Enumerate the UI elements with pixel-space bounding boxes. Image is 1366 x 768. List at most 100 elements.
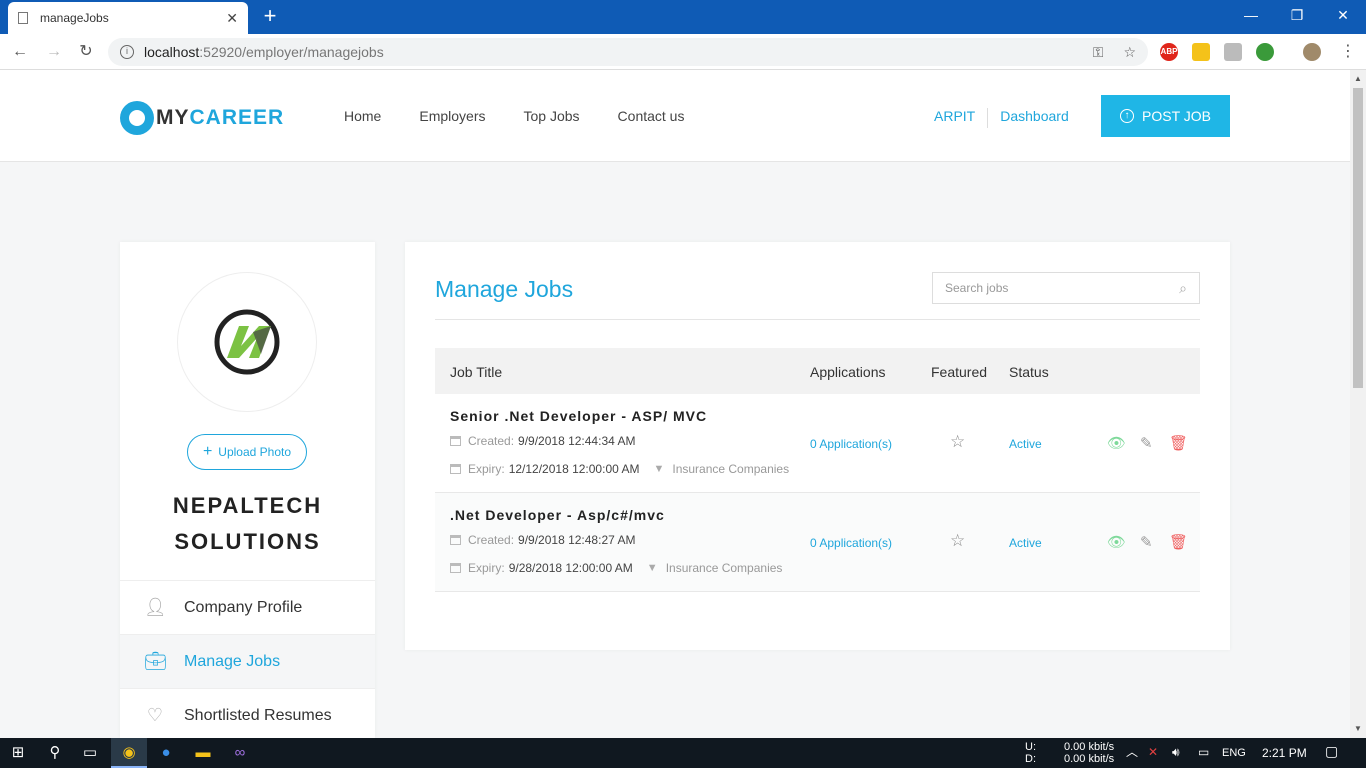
address-bar[interactable]: i localhost:52920/employer/managejobs ⚿ … [108, 38, 1148, 66]
page-scrollbar[interactable]: ▲ ▼ [1350, 70, 1366, 738]
firefox-taskbar-icon[interactable]: ● [148, 738, 184, 768]
forward-button[interactable]: → [42, 40, 66, 64]
sidebar-item-label: Shortlisted Resumes [184, 706, 332, 724]
job-created: Created: 9/9/2018 12:48:27 AM [450, 533, 635, 547]
profile-avatar-icon[interactable] [1303, 43, 1321, 61]
nav-home[interactable]: Home [344, 108, 381, 124]
post-job-button[interactable]: ↑ POST JOB [1101, 95, 1230, 137]
extension-inbox-icon[interactable] [1224, 43, 1242, 61]
scroll-up-icon[interactable]: ▲ [1354, 74, 1362, 83]
table-row: Senior .Net Developer - ASP/ MVC Created… [435, 394, 1200, 493]
dashboard-link[interactable]: Dashboard [1000, 108, 1069, 128]
close-window-button[interactable]: ✕ [1320, 0, 1366, 30]
main-nav: Home Employers Top Jobs Contact us [344, 108, 684, 124]
column-header-job-title: Job Title [450, 364, 503, 380]
company-name-line2: SOLUTIONS [174, 529, 321, 554]
volume-icon[interactable]: 🔊︎ [1172, 746, 1180, 758]
sidebar-item-company-profile[interactable]: 👤︎ Company Profile [120, 580, 375, 634]
sidebar-item-label: Manage Jobs [184, 652, 281, 670]
status-badge: Active [1009, 536, 1042, 550]
applications-link[interactable]: 0 Application(s) [810, 437, 892, 451]
close-tab-icon[interactable]: ✕ [226, 10, 238, 27]
applications-link[interactable]: 0 Application(s) [810, 536, 892, 550]
minimize-button[interactable]: — [1228, 0, 1274, 30]
scrollbar-thumb[interactable] [1353, 88, 1363, 388]
upload-photo-label: Upload Photo [218, 445, 292, 459]
net-up-label: U: [1025, 741, 1036, 753]
extension-yellow-icon[interactable] [1192, 43, 1210, 61]
browser-toolbar: ← → ↻ i localhost:52920/employer/managej… [0, 34, 1366, 70]
search-icon[interactable]: ⌕ [1179, 280, 1187, 297]
table-header: Job Title Applications Featured Status [435, 348, 1200, 394]
info-icon[interactable]: i [120, 45, 134, 59]
company-avatar [177, 272, 317, 412]
windows-taskbar: ⊞ ⚲ ▭ ◉ ● ▬ ∞ U: D: 0.00 kbit/s 0.00 kbi… [0, 738, 1366, 768]
divider [435, 319, 1200, 320]
expiry-label: Expiry: [468, 561, 505, 575]
back-button[interactable]: ← [8, 40, 32, 64]
job-expiry: Expiry: 12/12/2018 12:00:00 AM ▼ Insuran… [450, 462, 789, 476]
restore-button[interactable]: ❐ [1274, 0, 1320, 30]
created-date: 9/9/2018 12:44:34 AM [518, 434, 636, 448]
key-icon[interactable]: ⚿ [1093, 44, 1104, 61]
featured-star-icon[interactable]: ☆ [950, 531, 965, 551]
company-logo-icon [214, 309, 280, 375]
visual-studio-icon[interactable]: ∞ [222, 738, 258, 768]
net-down-speed: 0.00 kbit/s [1064, 753, 1115, 765]
company-name: NEPALTECH SOLUTIONS [120, 488, 375, 560]
page-title: Manage Jobs [435, 276, 574, 302]
calendar-icon [450, 436, 461, 446]
scroll-down-icon[interactable]: ▼ [1354, 724, 1362, 733]
site-logo[interactable]: MY CAREER [120, 101, 284, 135]
edit-pencil-icon[interactable]: ✎ [1140, 533, 1153, 551]
upload-photo-button[interactable]: + Upload Photo [187, 434, 307, 470]
language-indicator[interactable]: ENG [1222, 747, 1246, 759]
delete-trash-icon[interactable]: 🗑︎ [1169, 533, 1188, 551]
created-date: 9/9/2018 12:48:27 AM [518, 533, 636, 547]
nav-contact-us[interactable]: Contact us [618, 108, 685, 124]
job-title[interactable]: Senior .Net Developer - ASP/ MVC [450, 408, 707, 424]
task-view-icon[interactable]: ▭ [72, 738, 108, 768]
nav-top-jobs[interactable]: Top Jobs [524, 108, 580, 124]
featured-star-icon[interactable]: ☆ [950, 432, 965, 452]
new-tab-button[interactable]: + [260, 4, 280, 28]
battery-icon[interactable]: ▭ [1198, 746, 1209, 758]
calendar-icon [450, 464, 461, 474]
view-eye-icon[interactable]: 👁︎ [1107, 434, 1126, 452]
net-labels: U: D: [1025, 741, 1036, 765]
job-title[interactable]: .Net Developer - Asp/c#/mvc [450, 507, 665, 523]
adblock-extension-icon[interactable]: ABP [1160, 43, 1178, 61]
search-taskbar-icon[interactable]: ⚲ [37, 738, 73, 768]
reload-button[interactable]: ↻ [74, 40, 98, 64]
net-speed: 0.00 kbit/s 0.00 kbit/s [1064, 741, 1114, 765]
user-link[interactable]: ARPIT [934, 108, 975, 128]
windows-start-icon[interactable]: ⊞ [0, 738, 36, 768]
clock[interactable]: 2:21 PM [1262, 747, 1307, 759]
delete-trash-icon[interactable]: 🗑︎ [1169, 434, 1188, 452]
user-icon: 👤︎ [144, 597, 167, 617]
network-icon[interactable]: ✕ [1148, 746, 1158, 758]
user-nav: ARPIT Dashboard [934, 108, 1069, 128]
calendar-icon [450, 563, 461, 573]
tray-expand-icon[interactable]: ︿ [1126, 746, 1138, 758]
browser-tab[interactable]: manageJobs ✕ [8, 2, 248, 34]
sidebar-item-shortlisted-resumes[interactable]: ♡ Shortlisted Resumes [120, 688, 375, 742]
chrome-taskbar-icon[interactable]: ◉ [111, 738, 147, 768]
nav-employers[interactable]: Employers [419, 108, 485, 124]
search-input[interactable]: Search jobs ⌕ [932, 272, 1200, 304]
logo-my: MY [156, 106, 190, 129]
view-eye-icon[interactable]: 👁︎ [1107, 533, 1126, 551]
file-explorer-icon[interactable]: ▬ [185, 738, 221, 768]
calendar-icon [450, 535, 461, 545]
status-badge: Active [1009, 437, 1042, 451]
edit-pencil-icon[interactable]: ✎ [1140, 434, 1153, 452]
table-row: .Net Developer - Asp/c#/mvc Created: 9/9… [435, 493, 1200, 592]
sidebar-item-manage-jobs[interactable]: 💼︎ Manage Jobs [120, 634, 375, 688]
extension-globe-icon[interactable] [1256, 43, 1274, 61]
logo-career: CAREER [189, 106, 285, 129]
notifications-icon[interactable]: ▢ [1325, 744, 1338, 758]
expiry-date: 12/12/2018 12:00:00 AM [508, 462, 640, 476]
created-label: Created: [468, 533, 515, 547]
menu-kebab-icon[interactable]: ⋮ [1336, 40, 1360, 64]
bookmark-star-icon[interactable]: ☆ [1123, 44, 1136, 61]
